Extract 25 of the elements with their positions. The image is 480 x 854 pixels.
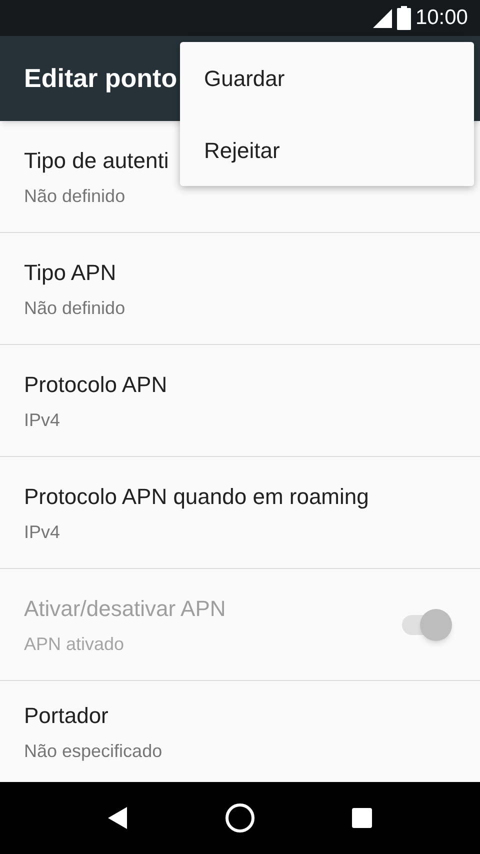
- setting-summary: IPv4: [24, 408, 60, 432]
- signal-icon: [371, 7, 394, 29]
- setting-title: Ativar/desativar APN: [24, 594, 226, 622]
- back-icon[interactable]: [108, 807, 128, 829]
- setting-summary: APN ativado: [24, 632, 124, 656]
- settings-row[interactable]: Protocolo APN quando em roaming IPv4: [0, 457, 480, 569]
- menu-item[interactable]: Rejeitar: [180, 114, 474, 186]
- setting-summary: Não definido: [24, 296, 126, 320]
- setting-title: Protocolo APN quando em roaming: [24, 482, 369, 511]
- setting-title: Portador: [24, 702, 108, 730]
- status-time: 10:00: [415, 5, 468, 32]
- toolbar-title: Editar ponto: [24, 62, 178, 95]
- setting-summary: Não definido: [24, 184, 126, 208]
- settings-row[interactable]: Portador Não especificado: [0, 681, 480, 782]
- setting-title: Protocolo APN: [24, 370, 168, 398]
- battery-icon: [397, 6, 412, 30]
- recents-icon[interactable]: [352, 808, 372, 828]
- setting-summary: Não especificado: [24, 740, 162, 763]
- settings-row[interactable]: Tipo APN Não definido: [0, 233, 480, 345]
- setting-title: Tipo de autenti: [24, 146, 169, 175]
- setting-summary: IPv4: [24, 520, 60, 544]
- setting-title: Tipo APN: [24, 258, 116, 287]
- home-icon[interactable]: [224, 803, 255, 833]
- settings-row[interactable]: Protocolo APN IPv4: [0, 345, 480, 457]
- menu-item[interactable]: Guardar: [180, 42, 474, 114]
